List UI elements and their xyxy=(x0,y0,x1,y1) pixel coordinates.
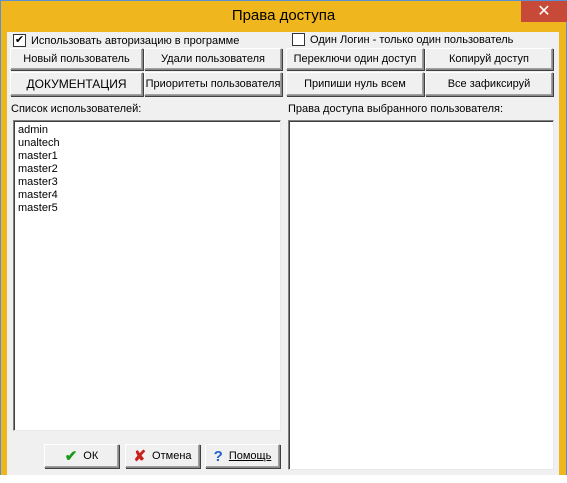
fix-all-button[interactable]: Все зафиксируй xyxy=(425,72,553,96)
title-bar[interactable]: Права доступа ✕ xyxy=(1,1,567,33)
rights-list-label: Права доступа выбранного пользователя: xyxy=(288,103,504,115)
help-button[interactable]: ? Помощь xyxy=(205,444,280,468)
help-label: Помощь xyxy=(228,450,272,462)
one-login-checkbox-box[interactable] xyxy=(292,33,305,46)
list-item[interactable]: admin xyxy=(18,124,60,137)
list-item[interactable]: master1 xyxy=(18,150,60,163)
dialog-window: Права доступа ✕ ✔ Использовать авторизац… xyxy=(0,0,567,483)
new-user-button[interactable]: Новый пользователь xyxy=(10,48,143,70)
use-auth-checkbox[interactable]: ✔ Использовать авторизацию в программе xyxy=(13,34,239,47)
user-priorities-button[interactable]: Приоритеты пользователя xyxy=(144,72,282,96)
check-icon: ✔ xyxy=(64,448,78,465)
documentation-button[interactable]: ДОКУМЕНТАЦИЯ xyxy=(10,72,143,96)
use-auth-label: Использовать авторизацию в программе xyxy=(31,34,240,47)
one-login-checkbox[interactable]: Один Логин - только один пользователь xyxy=(292,33,513,46)
use-auth-checkbox-box[interactable]: ✔ xyxy=(13,34,26,47)
toggle-one-access-button[interactable]: Переключи один доступ xyxy=(286,48,424,70)
cancel-button[interactable]: ✘ Отмена xyxy=(125,444,200,468)
delete-user-button[interactable]: Удали пользователя xyxy=(144,48,282,70)
users-list-label: Список использователей: xyxy=(11,103,142,115)
rights-listbox[interactable] xyxy=(288,120,554,470)
one-login-label: Один Логин - только один пользователь xyxy=(310,33,514,46)
dialog-client-area: ✔ Использовать авторизацию в программе О… xyxy=(7,32,559,476)
list-item[interactable]: master3 xyxy=(18,176,60,189)
close-icon: ✕ xyxy=(537,3,551,20)
window-title: Права доступа xyxy=(231,7,336,24)
close-button[interactable]: ✕ xyxy=(521,1,567,22)
background-strip xyxy=(0,475,567,483)
list-item[interactable]: master2 xyxy=(18,163,60,176)
list-item[interactable]: master4 xyxy=(18,189,60,202)
question-icon: ? xyxy=(213,447,223,465)
x-icon: ✘ xyxy=(133,448,147,465)
list-item[interactable]: unaltech xyxy=(18,137,60,150)
ok-button[interactable]: ✔ ОК xyxy=(44,444,119,468)
list-item[interactable]: master5 xyxy=(18,202,60,215)
users-listbox[interactable]: admin unaltech master1 master2 master3 m… xyxy=(13,120,281,431)
assign-zero-all-button[interactable]: Припиши нуль всем xyxy=(286,72,424,96)
cancel-label: Отмена xyxy=(152,450,192,462)
ok-label: ОК xyxy=(83,450,99,462)
copy-access-button[interactable]: Копируй доступ xyxy=(425,48,553,70)
users-list-items: admin unaltech master1 master2 master3 m… xyxy=(18,124,60,215)
